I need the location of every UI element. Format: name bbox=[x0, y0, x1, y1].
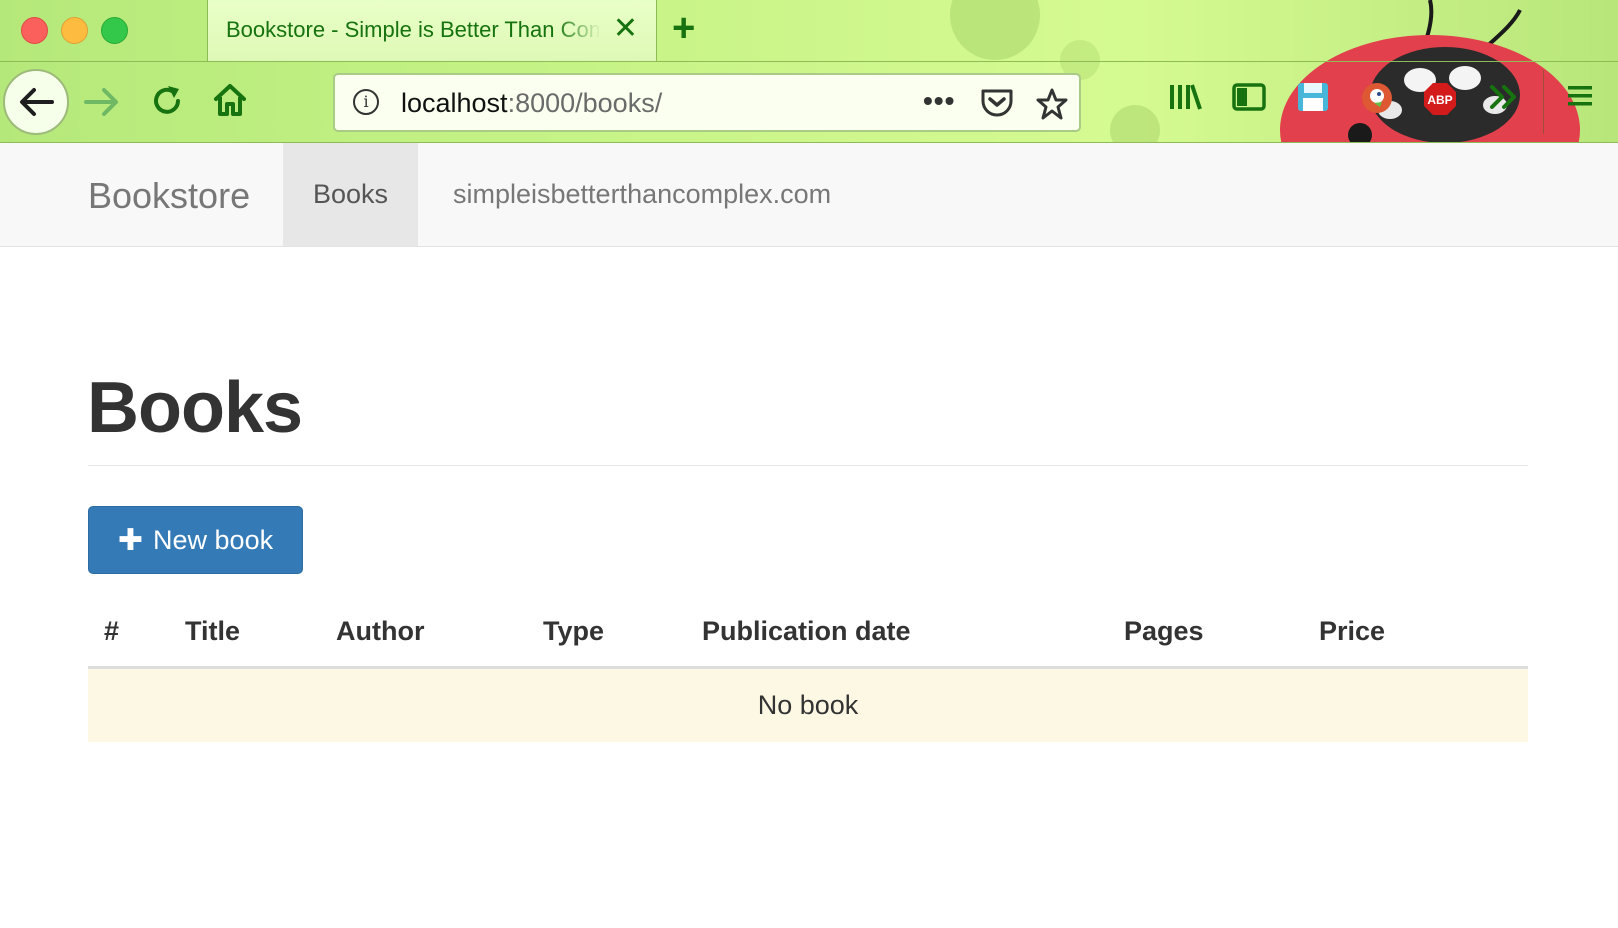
tab-strip: Bookstore - Simple is Better Than Comple… bbox=[0, 0, 1618, 61]
reload-icon bbox=[154, 86, 180, 114]
hamburger-menu-icon[interactable] bbox=[1566, 81, 1594, 116]
table-header: # Title Author Type Publication date Pag… bbox=[88, 600, 1528, 669]
library-icon[interactable] bbox=[1168, 81, 1202, 118]
navigation-toolbar: i localhost:8000/books/ ••• ABP bbox=[0, 61, 1618, 143]
duckduckgo-icon[interactable] bbox=[1360, 81, 1394, 120]
arrow-right-icon bbox=[84, 88, 118, 116]
reload-button[interactable] bbox=[150, 84, 184, 118]
home-button[interactable] bbox=[212, 82, 248, 118]
column-header-type: Type bbox=[543, 616, 605, 646]
adblock-plus-icon[interactable]: ABP bbox=[1422, 81, 1458, 122]
books-table: # Title Author Type Publication date Pag… bbox=[88, 600, 1528, 742]
url-text[interactable]: localhost:8000/books/ bbox=[401, 88, 662, 119]
arrow-left-icon bbox=[20, 88, 54, 116]
save-extension-icon[interactable] bbox=[1296, 81, 1330, 118]
url-bar[interactable]: i localhost:8000/books/ ••• bbox=[333, 73, 1081, 132]
toolbar-separator bbox=[1543, 70, 1544, 134]
pocket-icon-glyph bbox=[981, 89, 1013, 117]
new-tab-icon[interactable]: + bbox=[672, 8, 695, 48]
empty-message: No book bbox=[757, 690, 859, 720]
url-path: :8000/books/ bbox=[507, 88, 663, 118]
forward-button[interactable] bbox=[84, 86, 120, 118]
close-window-button[interactable] bbox=[21, 17, 48, 44]
tab-title: Bookstore - Simple is Better Than Comple… bbox=[226, 17, 601, 42]
nav-link-simpleisbetterthancomplex[interactable]: simpleisbetterthancomplex.com bbox=[453, 143, 831, 246]
browser-tab-active[interactable]: Bookstore - Simple is Better Than Comple… bbox=[207, 0, 657, 61]
new-book-label: New book bbox=[153, 524, 274, 555]
overflow-chevrons-icon[interactable] bbox=[1488, 81, 1522, 118]
column-header-title: Title bbox=[185, 616, 241, 646]
site-info-icon[interactable]: i bbox=[353, 89, 379, 115]
nav-link-books[interactable]: Books bbox=[283, 143, 419, 246]
empty-table-row: No book bbox=[88, 669, 1528, 742]
home-icon bbox=[214, 84, 246, 116]
sidebar-toggle-icon[interactable] bbox=[1232, 81, 1266, 118]
back-button[interactable] bbox=[3, 69, 69, 135]
column-header-number: # bbox=[104, 616, 120, 646]
bookmark-star-icon[interactable] bbox=[1035, 87, 1069, 126]
browser-chrome: Bookstore - Simple is Better Than Comple… bbox=[0, 0, 1618, 143]
column-header-author: Author bbox=[336, 616, 425, 646]
navbar-brand[interactable]: Bookstore bbox=[88, 175, 250, 217]
column-header-publication-date: Publication date bbox=[702, 616, 911, 646]
url-host: localhost bbox=[401, 88, 508, 118]
page-actions-icon[interactable]: ••• bbox=[923, 85, 955, 117]
zoom-window-button[interactable] bbox=[101, 17, 128, 44]
plus-icon: ✚ bbox=[117, 523, 144, 557]
tab-close-icon[interactable]: ✕ bbox=[613, 14, 638, 44]
svg-text:ABP: ABP bbox=[1427, 93, 1452, 107]
column-header-pages: Pages bbox=[1124, 616, 1204, 646]
page-title: Books bbox=[87, 368, 303, 448]
new-book-button[interactable]: ✚ New book bbox=[88, 506, 303, 574]
title-divider bbox=[88, 465, 1528, 466]
column-header-price: Price bbox=[1319, 616, 1386, 646]
site-navbar: Bookstore Books simpleisbetterthancomple… bbox=[0, 143, 1618, 247]
minimize-window-button[interactable] bbox=[61, 17, 88, 44]
star-icon bbox=[1036, 88, 1068, 120]
pocket-icon[interactable] bbox=[980, 87, 1014, 124]
